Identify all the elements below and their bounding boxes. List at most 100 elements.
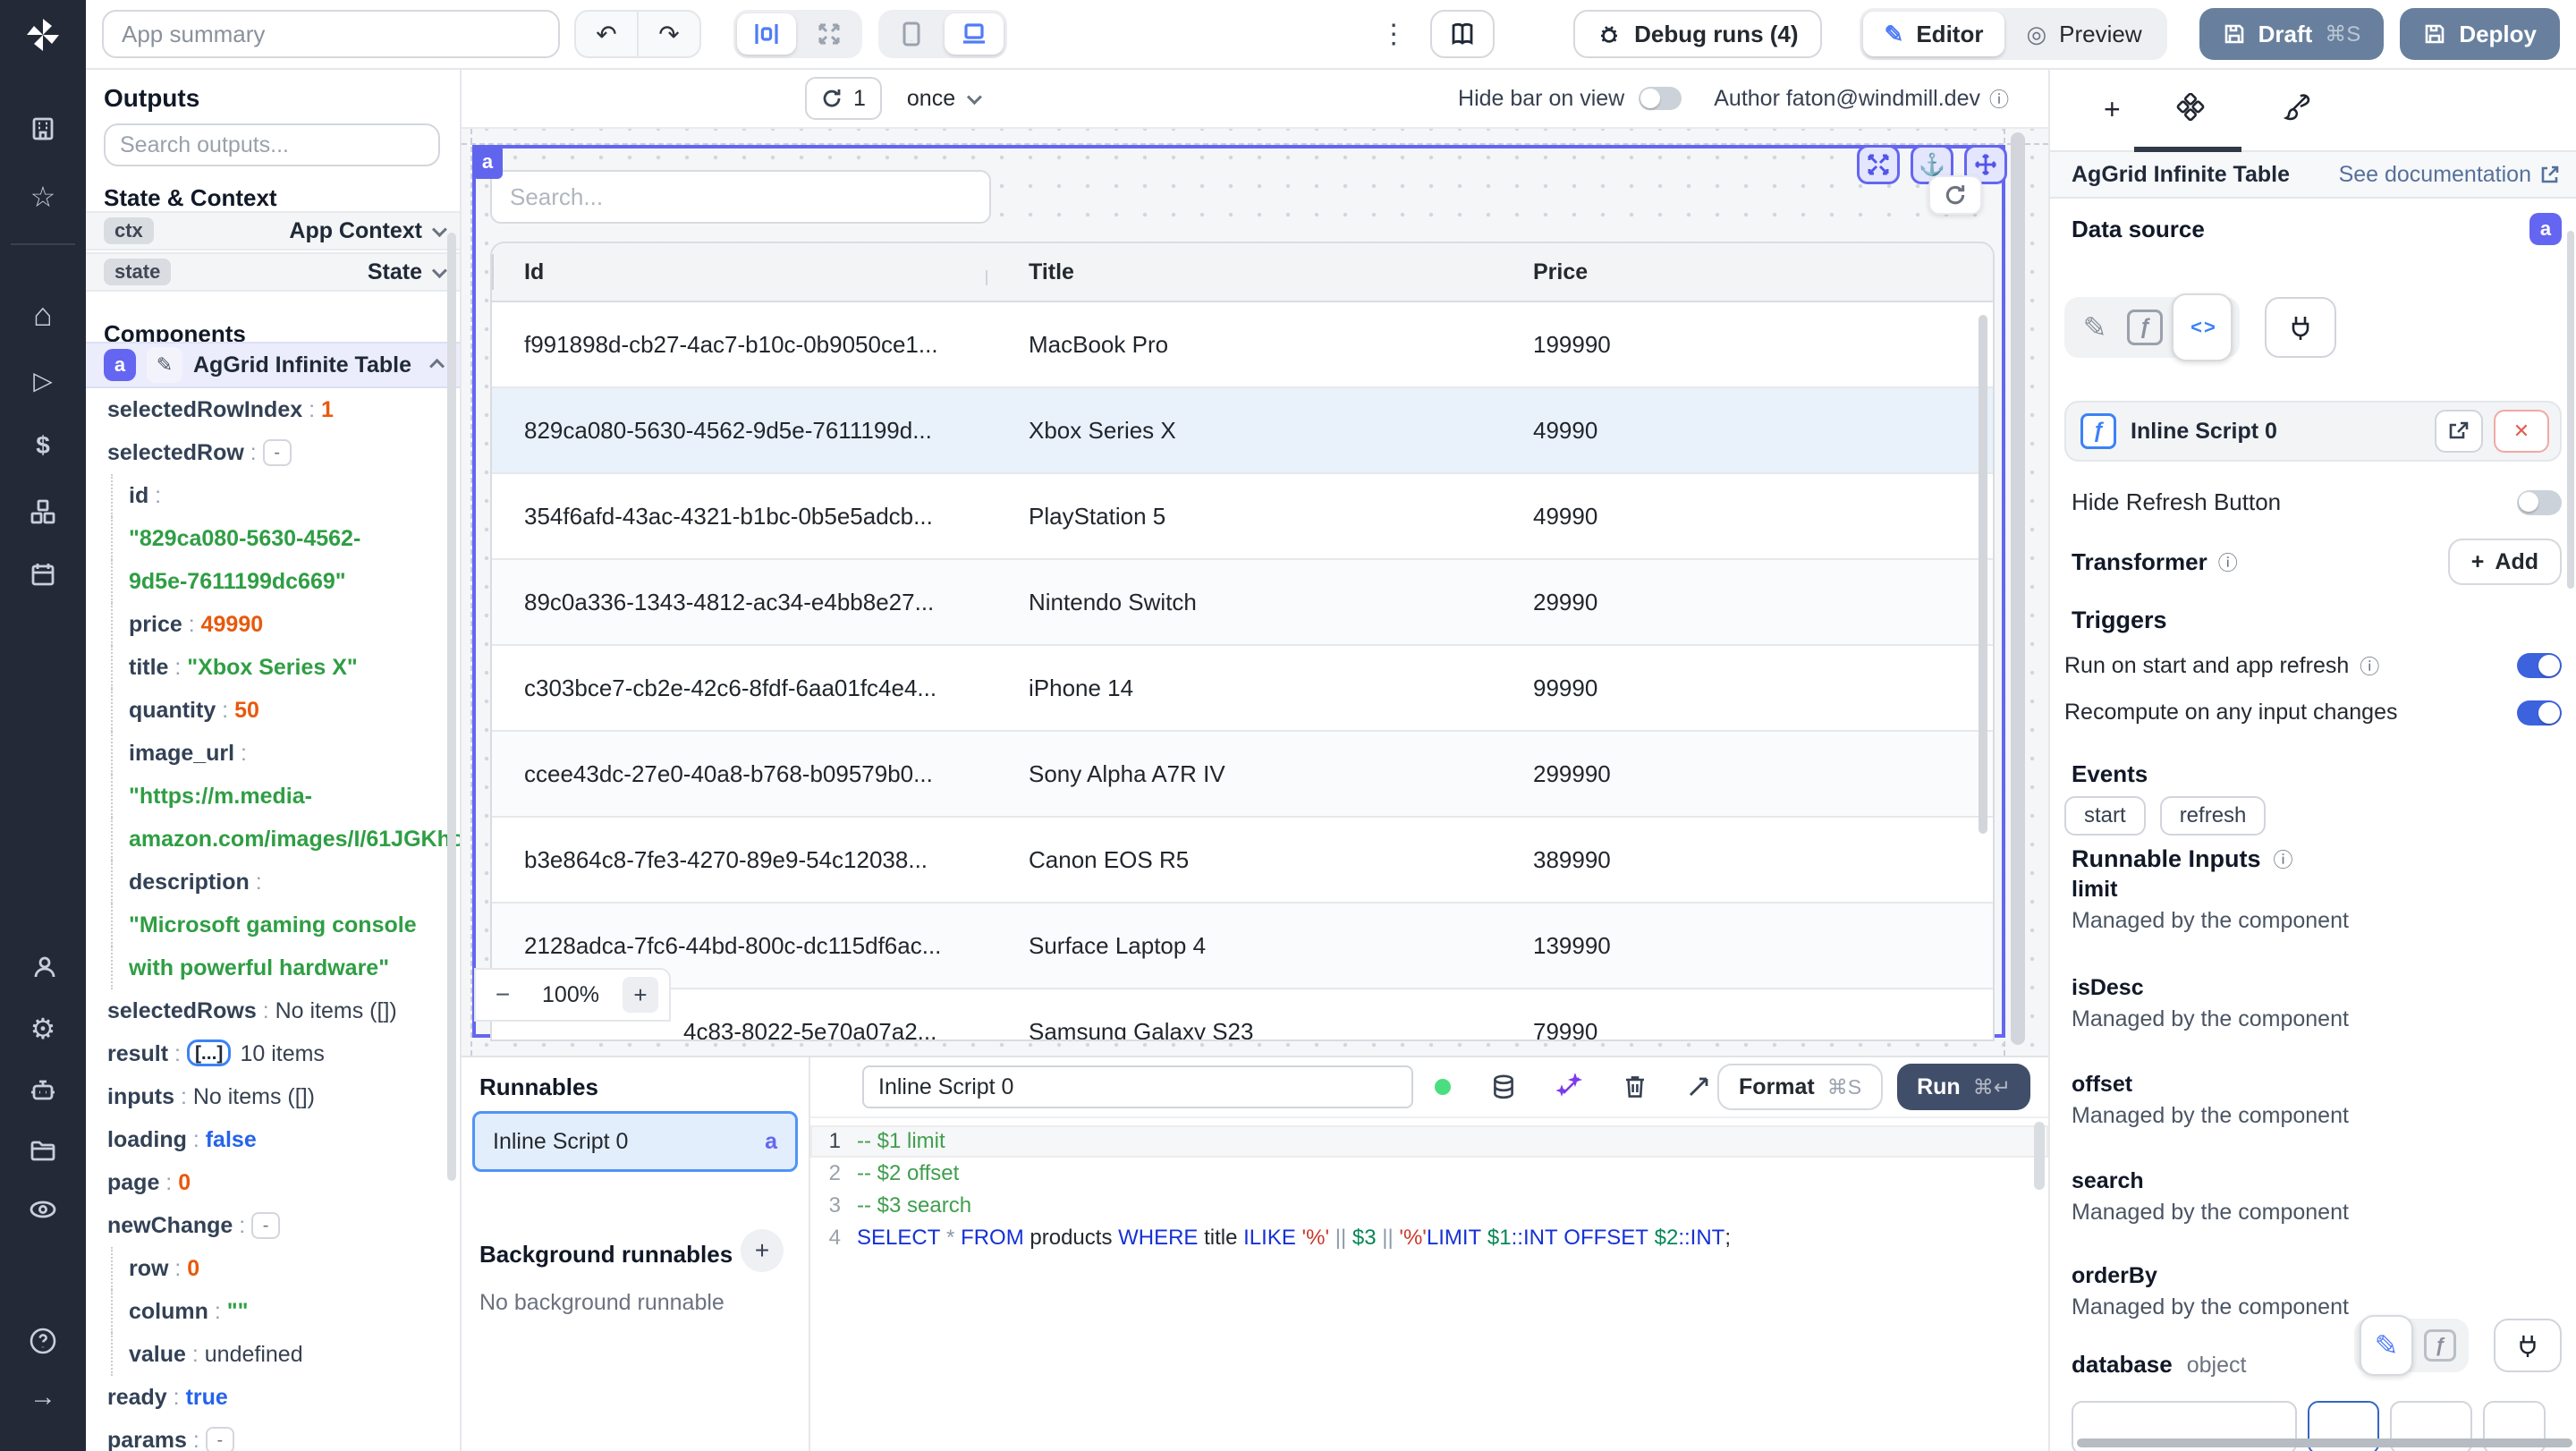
output-tree-line[interactable]: selectedRows : No items ([]) [86, 989, 460, 1032]
hide-bar-toggle[interactable] [1639, 87, 1682, 110]
inline-script-row[interactable]: ƒ Inline Script 0 ✕ [2064, 401, 2562, 462]
table-row[interactable]: 354f6afd-43ac-4321-b1bc-0b5e5adcb... Pla… [492, 474, 1993, 560]
runs-icon[interactable]: ▷ [0, 367, 86, 395]
home-icon[interactable]: ⌂ [0, 299, 86, 331]
expand-sidebar-icon[interactable]: → [0, 1383, 86, 1412]
ctx-row[interactable]: ctx App Context [86, 211, 460, 250]
search-outputs-input[interactable] [104, 123, 440, 166]
connect-mode-button[interactable] [2494, 1319, 2562, 1372]
collapse-toggle[interactable]: - [262, 439, 292, 466]
favorites-icon[interactable]: ☆ [0, 182, 86, 211]
table-row[interactable]: f991898d-cb27-4ac7-b10c-0b9050ce1... Mac… [492, 302, 1993, 388]
open-script-button[interactable] [2435, 410, 2483, 453]
frequency-select[interactable]: once [907, 86, 983, 112]
variables-icon[interactable]: $ [0, 431, 86, 460]
settings-horizontal-scrollbar[interactable] [2077, 1438, 2572, 1447]
connect-mode-button[interactable] [2265, 297, 2336, 358]
tab-insert-component[interactable]: + [2104, 93, 2121, 126]
output-tree-line[interactable]: result : [...] 10 items [86, 1032, 460, 1075]
database-icon[interactable] [1490, 1073, 1517, 1100]
docs-button[interactable] [1430, 10, 1496, 58]
output-tree-line[interactable]: ready : true [86, 1376, 460, 1419]
resources-icon[interactable] [0, 497, 86, 526]
table-row[interactable]: ccee43dc-27e0-40a8-b768-b09579b0... Sony… [492, 732, 1993, 818]
ai-assistant-icon[interactable] [0, 1075, 86, 1104]
state-row[interactable]: state State [86, 252, 460, 292]
tab-editor[interactable]: ✎ Editor [1862, 12, 2005, 56]
column-header-title[interactable]: Title [986, 259, 1490, 285]
output-tree-line[interactable]: quantity : 50 [111, 689, 460, 732]
output-tree-line[interactable]: inputs : No items ([]) [86, 1075, 460, 1118]
output-tree-line[interactable]: newChange : - [86, 1204, 460, 1247]
tab-preview[interactable]: ◎ Preview [2004, 12, 2163, 56]
collapse-toggle[interactable]: - [251, 1212, 281, 1239]
folders-icon[interactable] [0, 1136, 86, 1165]
output-tree-line[interactable]: : "Microsoft gaming console [111, 904, 460, 946]
settings-icon[interactable]: ⚙ [0, 1014, 86, 1043]
undo-button[interactable]: ↶ [576, 12, 639, 56]
output-tree-line[interactable]: title : "Xbox Series X" [111, 646, 460, 689]
workers-icon[interactable] [0, 954, 86, 982]
outputs-scrollbar[interactable] [447, 233, 456, 1181]
collapse-toggle[interactable]: [...] [186, 1039, 232, 1066]
recompute-toggle[interactable] [2517, 700, 2562, 726]
output-tree-line[interactable]: row : 0 [111, 1247, 460, 1290]
output-tree-line[interactable]: loading : false [86, 1118, 460, 1161]
remove-script-button[interactable]: ✕ [2494, 410, 2549, 453]
output-tree-line[interactable]: : with powerful hardware" [111, 946, 460, 989]
table-row[interactable]: c303bce7-cb2e-42c6-8fdf-6aa01fc4e4... iP… [492, 646, 1993, 732]
windmill-logo-icon[interactable] [0, 0, 86, 70]
expand-component-button[interactable] [1857, 145, 1900, 184]
script-name-input[interactable] [862, 1065, 1413, 1108]
column-header-price[interactable]: Price [1490, 259, 1993, 285]
desktop-view-button[interactable] [945, 13, 1004, 55]
more-menu-icon[interactable]: ⋮ [1380, 19, 1407, 50]
zoom-out-button[interactable]: − [487, 980, 519, 1009]
expand-editor-icon[interactable] [1687, 1075, 1710, 1099]
redo-button[interactable]: ↷ [639, 12, 699, 56]
help-icon[interactable] [0, 1326, 86, 1356]
schedules-icon[interactable] [0, 560, 86, 589]
output-tree-line[interactable]: column : "" [111, 1290, 460, 1333]
output-tree-line[interactable]: : "https://m.media- [111, 775, 460, 818]
aggrid-component[interactable]: a ⚓ Id Title Price f991898d-cb27-4ac7 [472, 145, 2007, 1041]
table-refresh-button[interactable] [1928, 175, 1982, 215]
settings-scrollbar[interactable] [2567, 231, 2574, 589]
add-background-runnable-button[interactable]: + [741, 1229, 784, 1272]
runnable-item-inline-script-0[interactable]: Inline Script 0 a [472, 1111, 798, 1172]
tab-component-settings[interactable] [2175, 93, 2206, 123]
column-header-id[interactable]: Id [492, 259, 986, 285]
canvas-grid[interactable]: a ⚓ Id Title Price f991898d-cb27-4ac7 [462, 129, 2048, 1056]
run-button[interactable]: Run ⌘↵ [1897, 1064, 2030, 1110]
template-mode-icon[interactable]: ƒ [2127, 310, 2163, 345]
rename-component-icon[interactable]: ✎ [147, 347, 182, 383]
see-documentation-link[interactable]: See documentation [2339, 162, 2560, 188]
output-tree-line[interactable]: selectedRow : - [86, 431, 460, 474]
format-button[interactable]: Format ⌘S [1717, 1064, 1884, 1110]
table-search-input[interactable] [490, 170, 991, 224]
output-tree-line[interactable]: : amazon.com/images/I/61JGKho [111, 818, 460, 861]
output-tree-line[interactable]: value : undefined [111, 1333, 460, 1376]
static-mode-icon[interactable]: ✎ [2072, 304, 2118, 351]
deploy-button[interactable]: Deploy [2400, 8, 2560, 60]
debug-runs-button[interactable]: Debug runs (4) [1573, 10, 1822, 58]
collapse-toggle[interactable]: - [205, 1427, 234, 1451]
output-tree-line[interactable]: description : [111, 861, 460, 904]
table-row[interactable]: 829ca080-5630-4562-9d5e-7611199d... Xbox… [492, 388, 1993, 474]
table-row[interactable]: 4c83-8022-5e70a07a2... Samsung Galaxy S2… [492, 989, 1993, 1039]
table-row[interactable]: b3e864c8-7fe3-4270-89e9-54c12038... Cano… [492, 818, 1993, 904]
refresh-count-button[interactable]: 1 [805, 77, 882, 120]
full-width-layout-button[interactable] [800, 13, 859, 55]
zoom-in-button[interactable]: + [623, 977, 658, 1013]
add-transformer-button[interactable]: + Add [2447, 539, 2562, 585]
output-tree-line[interactable]: selectedRowIndex : 1 [86, 388, 460, 431]
audit-logs-icon[interactable] [0, 1195, 86, 1224]
template-mode-icon[interactable]: ƒ [2424, 1329, 2456, 1362]
static-mode-icon[interactable]: ✎ [2360, 1315, 2413, 1376]
draft-button[interactable]: Draft ⌘S [2199, 8, 2385, 60]
tab-styling[interactable] [2283, 93, 2311, 122]
output-tree-line[interactable]: : 9d5e-7611199dc669" [111, 560, 460, 603]
workspace-icon[interactable] [0, 115, 86, 143]
run-on-start-toggle[interactable] [2517, 653, 2562, 678]
output-tree-line[interactable]: id : [111, 474, 460, 517]
